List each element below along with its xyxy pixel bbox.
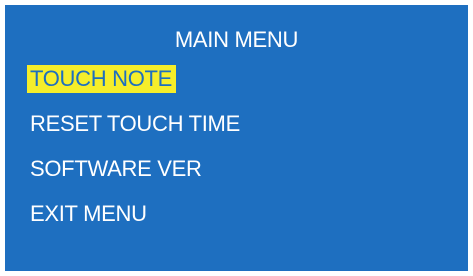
menu-title: MAIN MENU — [174, 27, 299, 52]
menu-screen: MAIN MENU TOUCH NOTE RESET TOUCH TIME SO… — [5, 5, 468, 271]
menu-item-exit-menu[interactable]: EXIT MENU — [27, 200, 151, 228]
menu-item-software-ver[interactable]: SOFTWARE VER — [27, 155, 206, 183]
menu-item-touch-note[interactable]: TOUCH NOTE — [27, 65, 177, 93]
menu-item-reset-touch-time[interactable]: RESET TOUCH TIME — [27, 110, 244, 138]
menu-list: TOUCH NOTE RESET TOUCH TIME SOFTWARE VER… — [27, 65, 244, 245]
